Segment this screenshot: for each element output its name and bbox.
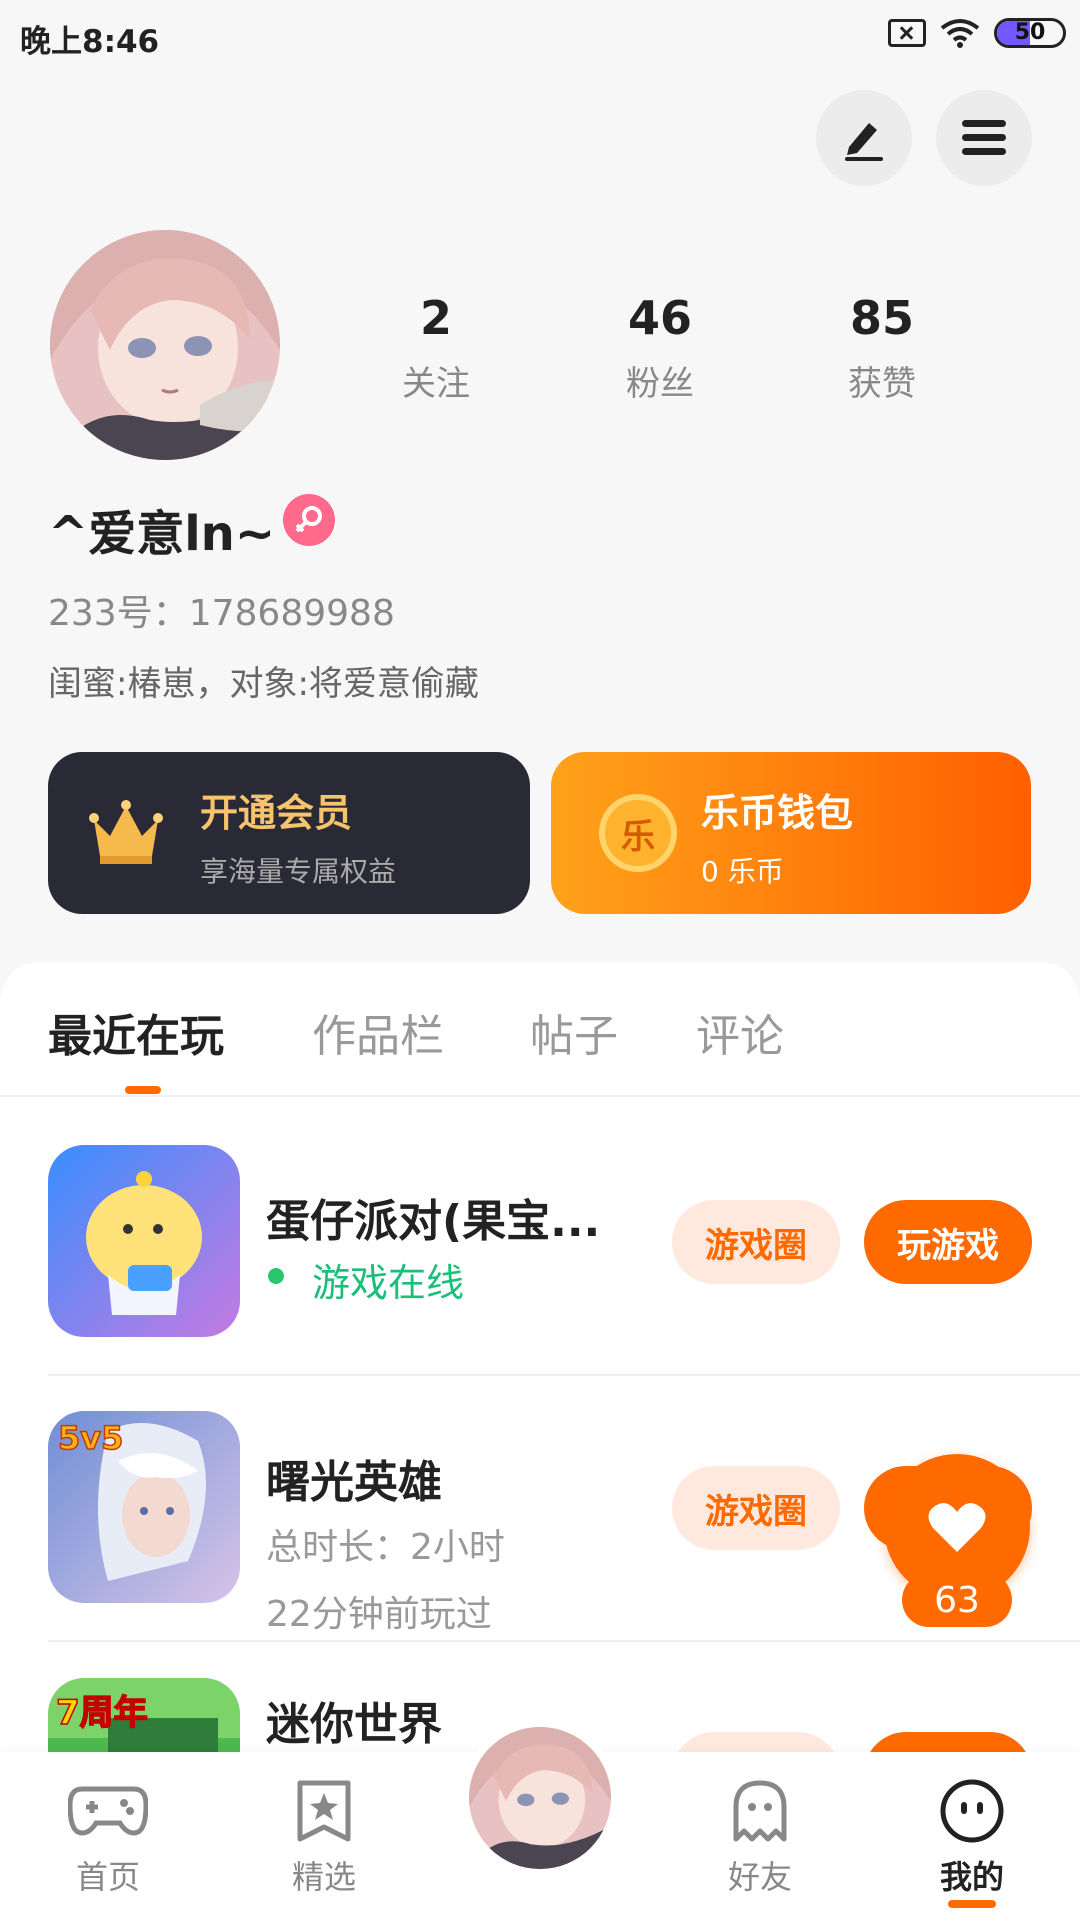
play-game-button[interactable]: 玩游戏 — [864, 1200, 1032, 1284]
ghost-icon — [720, 1776, 800, 1846]
tab-indicator — [125, 1086, 161, 1094]
nav-active-indicator — [948, 1900, 996, 1908]
stat-following[interactable]: 2 关注 — [346, 290, 526, 405]
gamepad-icon — [68, 1776, 148, 1846]
female-icon — [283, 494, 335, 546]
profile-page: 晚上8:46 50 2 关注 46 粉丝 85 获赞 ^爱意ln~ 233号：1… — [0, 0, 1080, 1920]
account-id: 233号：178689988 — [48, 593, 395, 634]
wallet-card[interactable]: 乐 乐币钱包 0 乐币 — [551, 752, 1031, 914]
pen-icon — [845, 123, 883, 161]
menu-button[interactable] — [936, 90, 1032, 186]
tab-comments[interactable]: 评论 — [696, 1000, 784, 1064]
likes-count: 85 — [849, 291, 914, 345]
game-icon-eggy-party[interactable] — [48, 1145, 240, 1337]
vip-subtitle: 享海量专属权益 — [200, 855, 397, 888]
bio: 闺蜜:椿崽，对象:将爱意偷藏 — [48, 664, 479, 704]
hamburger-menu-icon — [962, 120, 1006, 155]
vip-title: 开通会员 — [200, 791, 353, 835]
game-circle-button[interactable]: 游戏圈 — [672, 1466, 840, 1550]
nav-friends-label: 好友 — [727, 1858, 792, 1896]
game-title[interactable]: 曙光英雄 — [266, 1446, 442, 1510]
game-title[interactable]: 蛋仔派对(果宝... — [266, 1185, 600, 1249]
like-count: 63 — [902, 1573, 1012, 1627]
followers-count: 46 — [627, 291, 692, 345]
wallet-title: 乐币钱包 — [701, 791, 854, 835]
nav-center-avatar-button[interactable] — [462, 1720, 618, 1876]
game-last-played: 22分钟前玩过 — [266, 1594, 492, 1635]
game-circle-button[interactable]: 游戏圈 — [672, 1200, 840, 1284]
following-count: 2 — [419, 291, 452, 345]
game-badge: 7周年 — [56, 1693, 148, 1733]
online-status-dot — [268, 1268, 284, 1284]
nav-featured-label: 精选 — [291, 1858, 356, 1896]
heart-icon — [928, 1503, 986, 1552]
row-divider — [48, 1374, 1080, 1376]
nav-home[interactable]: 首页 — [38, 1776, 178, 1898]
game-badge: 5v5 — [58, 1419, 123, 1457]
stat-followers[interactable]: 46 粉丝 — [570, 290, 750, 405]
nav-mine[interactable]: 我的 — [902, 1776, 1042, 1908]
nickname: ^爱意ln~ — [48, 506, 276, 562]
tab-posts[interactable]: 帖子 — [530, 1000, 618, 1064]
edit-profile-button[interactable] — [816, 90, 912, 186]
avatar — [469, 1727, 611, 1869]
tab-divider — [0, 1095, 1080, 1097]
game-title[interactable]: 迷你世界 — [266, 1688, 442, 1752]
crown-icon — [89, 800, 163, 864]
nav-mine-label: 我的 — [939, 1858, 1004, 1896]
game-online-status: 游戏在线 — [312, 1261, 465, 1305]
nav-featured[interactable]: 精选 — [254, 1776, 394, 1898]
wifi-icon — [940, 19, 980, 48]
star-card-icon — [284, 1776, 364, 1846]
anime-avatar-image — [50, 230, 280, 460]
sim-off-icon — [888, 19, 926, 47]
following-label: 关注 — [402, 364, 470, 404]
nav-friends[interactable]: 好友 — [690, 1776, 830, 1898]
followers-label: 粉丝 — [626, 364, 694, 404]
wallet-balance: 0 乐币 — [701, 855, 784, 888]
tab-works[interactable]: 作品栏 — [312, 1000, 444, 1064]
status-icons: 50 — [888, 18, 1066, 48]
stat-likes[interactable]: 85 获赞 — [792, 290, 972, 405]
nav-home-label: 首页 — [75, 1858, 140, 1896]
status-time: 晚上8:46 — [20, 24, 160, 60]
likes-label: 获赞 — [848, 364, 916, 404]
status-bar: 晚上8:46 50 — [0, 0, 1080, 72]
avatar[interactable] — [50, 230, 280, 460]
battery-level: 50 — [1014, 20, 1046, 45]
smiley-icon — [932, 1776, 1012, 1846]
vip-card[interactable]: 开通会员 享海量专属权益 — [48, 752, 530, 914]
coin-icon: 乐 — [599, 794, 677, 872]
game-duration: 总时长：2小时 — [266, 1527, 505, 1568]
tab-recent-played[interactable]: 最近在玩 — [48, 1000, 224, 1064]
game-icon-dawn-heroes[interactable]: 5v5 — [48, 1411, 240, 1603]
battery-icon: 50 — [994, 18, 1066, 48]
row-divider — [48, 1640, 1080, 1642]
